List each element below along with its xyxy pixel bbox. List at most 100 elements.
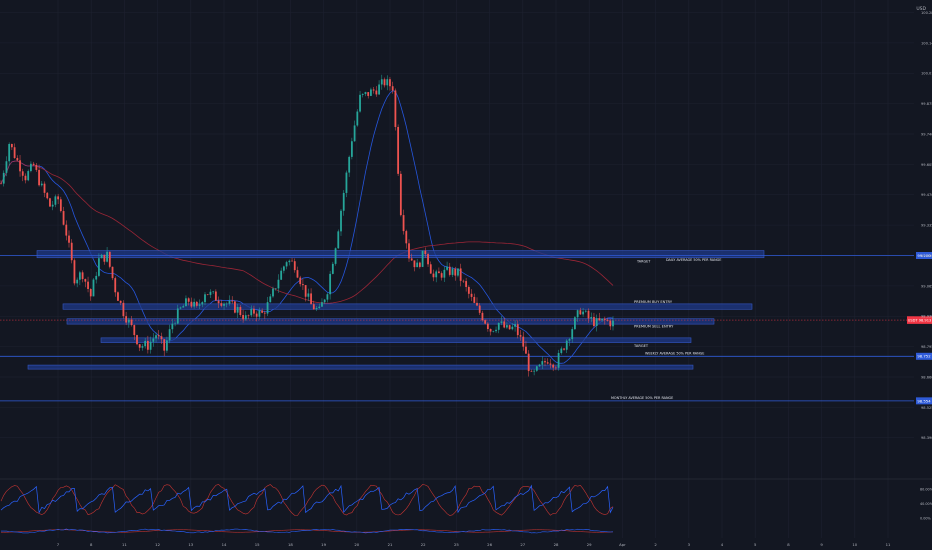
candle-body	[206, 294, 209, 295]
candle-body	[157, 335, 160, 337]
candle-body	[334, 248, 337, 264]
candle-body	[579, 310, 582, 315]
candle-body	[277, 279, 280, 289]
candle-body	[299, 277, 302, 285]
time-tick-label: 27	[520, 542, 525, 547]
candle-body	[329, 273, 332, 295]
candle-body	[144, 340, 147, 347]
candle-body	[331, 263, 334, 274]
candle-body	[244, 315, 247, 320]
candle-body	[5, 161, 8, 173]
candle-body	[92, 279, 95, 297]
candle-body	[473, 296, 476, 303]
candle-body	[176, 308, 179, 324]
current-price-tag: USDT 98.913	[908, 318, 932, 322]
candle-body	[315, 308, 318, 310]
candle-body	[228, 300, 231, 304]
candle-body	[51, 204, 54, 207]
candle-body	[508, 325, 511, 330]
candle-body	[27, 171, 30, 181]
candle-body	[174, 323, 176, 325]
candle-body	[223, 303, 225, 306]
candle-body	[54, 196, 57, 205]
candle-body	[435, 271, 438, 278]
candle-body	[225, 303, 228, 305]
time-tick-label: 15	[255, 542, 260, 547]
candle-body	[546, 362, 549, 364]
candle-body	[250, 308, 253, 316]
candle-body	[111, 266, 114, 279]
candle-body	[478, 305, 481, 313]
candle-body	[582, 311, 584, 315]
time-tick-label: 19	[321, 542, 326, 547]
candle-body	[497, 322, 500, 330]
candle-body	[87, 281, 89, 289]
candle-body	[544, 361, 546, 363]
candle-body	[24, 175, 27, 181]
candle-body	[217, 300, 220, 304]
time-tick-label: 11	[886, 542, 891, 547]
candle-body	[595, 318, 598, 327]
candle-body	[563, 348, 565, 350]
candle-body	[389, 79, 391, 87]
candle-body	[446, 266, 448, 270]
zone-box	[66, 318, 715, 325]
candle-body	[356, 111, 359, 126]
candle-body	[609, 320, 612, 327]
candle-body	[30, 163, 32, 172]
candle-body	[440, 273, 443, 278]
candle-body	[500, 321, 503, 323]
candle-body	[272, 288, 274, 297]
candle-body	[522, 336, 525, 347]
candle-body	[571, 329, 574, 340]
candle-body	[601, 318, 604, 321]
candle-body	[481, 312, 484, 321]
candle-body	[78, 272, 81, 280]
price-tick-label: 100.145	[921, 41, 932, 45]
candle-body	[10, 144, 13, 148]
level-label: WEEKLY AVERAGE 50% PER RANGE	[645, 351, 704, 355]
candle-body	[598, 318, 601, 321]
candle-body	[310, 293, 312, 305]
candle-body	[538, 364, 541, 367]
candle-body	[397, 126, 400, 174]
price-tick-label: 98.795	[921, 345, 932, 349]
candle-body	[62, 211, 65, 225]
candle-body	[323, 299, 326, 303]
candle-body	[291, 260, 293, 262]
candle-body	[413, 260, 416, 268]
candle-body	[457, 268, 459, 276]
price-tick-label: 99.335	[921, 224, 932, 228]
time-tick-label: 22	[421, 542, 426, 547]
price-axis[interactable]: 100.280100.145100.01099.87599.74099.6059…	[921, 11, 932, 440]
candle-body	[443, 269, 446, 278]
candle-body	[541, 361, 544, 365]
candle-body	[367, 92, 370, 96]
candle-body	[593, 317, 595, 327]
candle-body	[606, 319, 609, 321]
candle-body	[476, 302, 478, 306]
candle-body	[438, 271, 440, 274]
candle-body	[285, 262, 288, 267]
candle-body	[416, 262, 419, 268]
chart-canvas[interactable]: PREMIUM BUY ENTRY PREMIUM SELL ENTRY TARGE…	[0, 0, 932, 550]
candle-body	[190, 301, 193, 307]
candle-body	[535, 366, 538, 371]
time-tick-label: 18	[288, 542, 293, 547]
candle-body	[136, 335, 138, 345]
candle-body	[489, 328, 492, 332]
candle-body	[114, 278, 117, 293]
candle-body	[70, 242, 73, 261]
time-tick-label: 20	[354, 542, 359, 547]
candle-body	[383, 79, 386, 86]
price-tick-label: 99.200	[921, 254, 932, 258]
time-tick-label: 25	[454, 542, 459, 547]
candle-body	[486, 323, 489, 329]
time-tick-label: 13	[188, 542, 193, 547]
candle-body	[214, 291, 217, 301]
time-tick-label: 11	[122, 542, 127, 547]
candle-body	[185, 298, 187, 307]
candle-body	[261, 310, 264, 313]
candle-body	[549, 363, 552, 365]
candle-body	[13, 147, 16, 158]
